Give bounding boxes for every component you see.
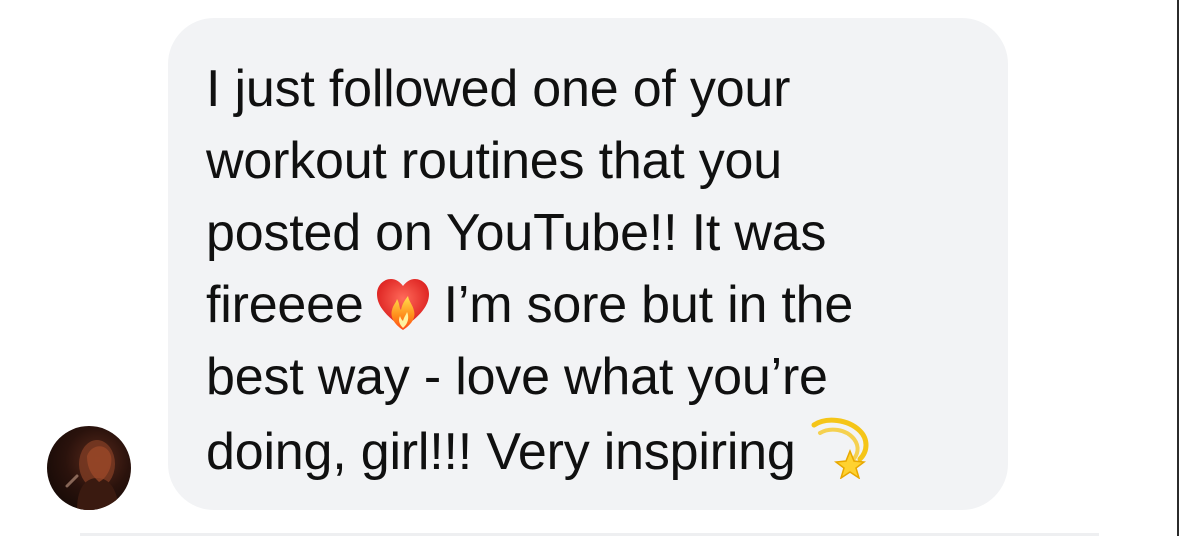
message-fragment: fireeee [206, 276, 364, 334]
message-line-with-emoji: fireeee I’m sore but in the [206, 269, 978, 341]
dizzy-star-icon [806, 413, 872, 479]
message-fragment: doing, girl!!! Very inspiring [206, 423, 796, 481]
message-line: best way - love what you’re [206, 348, 828, 406]
message-text: I just followed one of your workout rout… [206, 53, 978, 488]
sender-avatar[interactable] [47, 426, 131, 510]
message-line-with-emoji: doing, girl!!! Very inspiring [206, 413, 978, 488]
message-bubble[interactable]: I just followed one of your workout rout… [168, 18, 1008, 510]
message-line: posted on YouTube!! It was [206, 204, 827, 262]
message-line: workout routines that you [206, 132, 782, 190]
message-line: I just followed one of your [206, 60, 791, 118]
avatar-photo [65, 440, 119, 510]
heart-on-fire-icon [374, 274, 432, 332]
message-fragment: I’m sore but in the [443, 276, 854, 334]
dm-thread: I just followed one of your workout rout… [0, 0, 1179, 536]
